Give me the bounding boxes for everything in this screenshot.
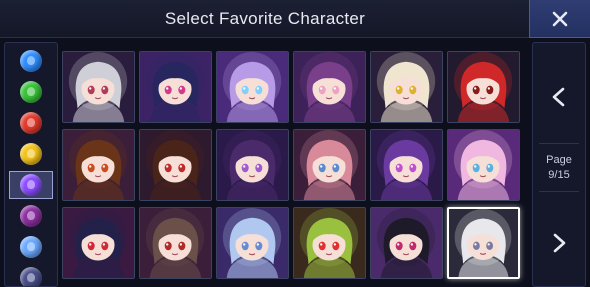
character-portrait (140, 52, 211, 122)
character-portrait (294, 130, 365, 200)
character-portrait (217, 52, 288, 122)
red-gem-icon (20, 112, 42, 134)
magenta-gem-icon (20, 205, 42, 227)
light-blue-gem-icon (20, 236, 42, 258)
character-portrait (371, 208, 442, 278)
character-tile[interactable] (370, 207, 443, 279)
character-tile[interactable] (293, 129, 366, 201)
page-value: 9/15 (548, 169, 570, 181)
character-tile[interactable] (62, 129, 135, 201)
sidebar-item-blue-gem[interactable] (9, 47, 53, 75)
character-portrait (63, 208, 134, 278)
character-portrait (63, 52, 134, 122)
character-tile[interactable] (370, 129, 443, 201)
character-portrait (217, 208, 288, 278)
chevron-right-icon (553, 233, 566, 253)
sidebar-item-red-gem[interactable] (9, 109, 53, 137)
character-tile[interactable] (293, 207, 366, 279)
sidebar-item-purple-gem[interactable] (9, 171, 53, 199)
character-tile[interactable] (370, 51, 443, 123)
character-tile[interactable] (216, 207, 289, 279)
character-portrait (294, 208, 365, 278)
character-tile[interactable] (216, 51, 289, 123)
prev-page-button[interactable] (533, 57, 585, 137)
pager-panel: Page 9/15 (532, 42, 586, 287)
close-icon (552, 11, 568, 27)
character-tile[interactable] (62, 51, 135, 123)
page-indicator: Page 9/15 (533, 147, 585, 189)
divider (539, 143, 579, 144)
dark-gem-icon (20, 267, 42, 286)
category-sidebar (4, 42, 58, 287)
character-portrait (448, 130, 519, 200)
character-tile[interactable] (139, 207, 212, 279)
character-portrait (63, 130, 134, 200)
character-tile[interactable] (293, 51, 366, 123)
sidebar-item-magenta-gem[interactable] (9, 202, 53, 230)
character-portrait (217, 130, 288, 200)
character-tile[interactable] (139, 51, 212, 123)
sidebar-item-yellow-gem[interactable] (9, 140, 53, 168)
purple-gem-icon (20, 174, 42, 196)
page-title: Select Favorite Character (164, 9, 366, 28)
character-tile[interactable] (447, 51, 520, 123)
character-tile[interactable] (216, 129, 289, 201)
yellow-gem-icon (20, 143, 42, 165)
divider (539, 191, 579, 192)
character-tile[interactable] (139, 129, 212, 201)
header-bar: Select Favorite Character (0, 0, 590, 38)
next-page-button[interactable] (533, 203, 585, 283)
character-tile[interactable] (447, 207, 520, 279)
sidebar-item-light-blue-gem[interactable] (9, 233, 53, 261)
character-portrait (140, 208, 211, 278)
blue-gem-icon (20, 50, 42, 72)
page-label: Page (546, 154, 572, 166)
character-portrait (448, 52, 519, 122)
character-portrait (294, 52, 365, 122)
close-button[interactable] (529, 0, 590, 38)
character-portrait (140, 130, 211, 200)
character-grid (62, 51, 526, 287)
character-portrait (371, 130, 442, 200)
character-tile[interactable] (62, 207, 135, 279)
character-portrait (449, 209, 518, 277)
sidebar-item-green-gem[interactable] (9, 78, 53, 106)
character-tile[interactable] (447, 129, 520, 201)
green-gem-icon (20, 81, 42, 103)
chevron-left-icon (552, 87, 565, 107)
sidebar-item-dark-gem[interactable] (9, 264, 53, 286)
character-portrait (371, 52, 442, 122)
